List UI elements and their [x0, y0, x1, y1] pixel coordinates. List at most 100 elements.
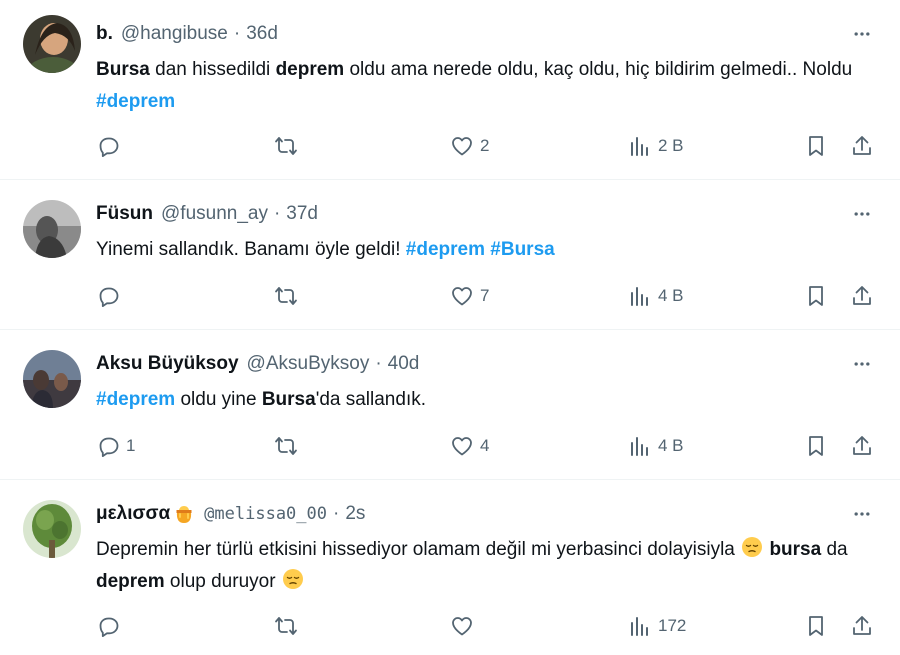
like-button[interactable] — [450, 611, 480, 641]
repost-button[interactable] — [274, 431, 304, 461]
tweet-header: b. @hangibuse · 36d — [96, 22, 278, 46]
tweet-text: Yinemi sallandık. Banamı öyle geldi! #de… — [96, 234, 876, 266]
tweet-text-segment: da — [821, 539, 848, 560]
reply-button[interactable] — [96, 611, 126, 641]
views-count: 172 — [658, 616, 687, 635]
tweet-feed: b. @hangibuse · 36d Bursa dan hissedildi… — [0, 0, 900, 655]
user-handle[interactable]: @hangibuse — [121, 22, 228, 46]
views-count: 4 B — [658, 436, 684, 455]
like-button[interactable]: 4 — [450, 431, 489, 461]
views-button[interactable]: 172 — [628, 611, 686, 641]
action-bar: 1 4 4 B — [96, 431, 876, 461]
more-icon[interactable] — [850, 502, 874, 526]
tweet[interactable]: Füsun @fusunn_ay · 37d Yinemi sallandık.… — [0, 180, 900, 330]
pensive-face-emoji-icon — [281, 569, 305, 592]
timestamp[interactable]: 2s — [345, 502, 365, 526]
avatar[interactable] — [23, 200, 81, 258]
user-handle[interactable]: @AksuByksoy — [247, 352, 370, 376]
reply-icon — [99, 287, 119, 307]
highlighted-keyword: bursa — [769, 539, 822, 560]
share-button[interactable] — [850, 131, 874, 161]
tweet-text-segment: 'da sallandık. — [315, 389, 426, 410]
honeypot-emoji-icon — [176, 506, 192, 523]
hashtag-link[interactable]: #deprem — [406, 239, 485, 260]
like-icon — [452, 137, 472, 156]
views-button[interactable]: 2 B — [628, 131, 684, 161]
user-name[interactable]: b. — [96, 22, 113, 46]
reply-icon — [99, 437, 119, 457]
like-count: 4 — [480, 436, 490, 455]
bookmark-button[interactable] — [804, 431, 828, 461]
like-button[interactable]: 2 — [450, 131, 489, 161]
share-button[interactable] — [850, 281, 874, 311]
tweet-text: #deprem oldu yine Bursa'da sallandık. — [96, 384, 876, 416]
reply-icon — [99, 617, 119, 637]
reply-button[interactable]: 1 — [96, 431, 135, 461]
action-bar: 7 4 B — [96, 281, 876, 311]
tweet-header: Aksu Büyüksoy @AksuByksoy · 40d — [96, 352, 419, 376]
share-icon — [853, 436, 871, 455]
tweet[interactable]: μελισσα @melissa0_00 · 2s Depremin her t… — [0, 480, 900, 655]
user-handle[interactable]: @melissa0_00 — [204, 502, 327, 526]
share-button[interactable] — [850, 611, 874, 641]
repost-icon — [275, 287, 297, 305]
bookmark-icon — [809, 436, 823, 456]
bookmark-icon — [809, 286, 823, 306]
bookmark-button[interactable] — [804, 131, 828, 161]
avatar[interactable] — [23, 500, 81, 558]
tweet-text-segment: Yinemi sallandık. Banamı öyle geldi! — [96, 239, 406, 260]
bookmark-button[interactable] — [804, 611, 828, 641]
repost-icon — [275, 437, 297, 455]
repost-icon — [275, 617, 297, 635]
like-button[interactable]: 7 — [450, 281, 489, 311]
user-name[interactable]: Aksu Büyüksoy — [96, 352, 239, 376]
tweet-text-segment: Depremin her türlü etkisini hissediyor o… — [96, 539, 741, 560]
timestamp[interactable]: 37d — [286, 202, 318, 226]
views-count: 2 B — [658, 136, 684, 155]
hashtag-link[interactable]: #Bursa — [490, 239, 554, 260]
share-icon — [853, 616, 871, 635]
tweet[interactable]: b. @hangibuse · 36d Bursa dan hissedildi… — [0, 0, 900, 180]
avatar[interactable] — [23, 350, 81, 408]
more-icon[interactable] — [850, 22, 874, 46]
user-name[interactable]: Füsun — [96, 202, 153, 226]
avatar[interactable] — [23, 15, 81, 73]
reply-icon — [99, 137, 119, 157]
like-icon — [452, 287, 472, 306]
hashtag-link[interactable]: #deprem — [96, 389, 175, 410]
reply-button[interactable] — [96, 131, 126, 161]
bookmark-button[interactable] — [804, 281, 828, 311]
share-button[interactable] — [850, 431, 874, 461]
pensive-face-emoji-icon — [740, 537, 764, 560]
repost-icon — [275, 137, 297, 155]
more-icon[interactable] — [850, 352, 874, 376]
bookmark-icon — [809, 616, 823, 636]
highlighted-keyword: deprem — [275, 59, 345, 80]
tweet-text-segment: oldu ama nerede oldu, kaç oldu, hiç bild… — [344, 59, 853, 80]
user-name[interactable]: μελισσα — [96, 502, 170, 526]
timestamp[interactable]: 36d — [246, 22, 278, 46]
repost-button[interactable] — [274, 281, 304, 311]
share-icon — [853, 286, 871, 305]
tweet-text-segment: dan hissedildi — [149, 59, 276, 80]
highlighted-keyword: Bursa — [261, 389, 316, 410]
separator-dot: · — [273, 203, 281, 224]
views-icon — [631, 137, 648, 156]
repost-button[interactable] — [274, 611, 304, 641]
tweet-text: Depremin her türlü etkisini hissediyor o… — [96, 534, 876, 598]
views-button[interactable]: 4 B — [628, 431, 684, 461]
more-icon[interactable] — [850, 202, 874, 226]
user-handle[interactable]: @fusunn_ay — [161, 202, 268, 226]
like-icon — [452, 617, 472, 636]
timestamp[interactable]: 40d — [388, 352, 420, 376]
views-icon — [631, 287, 648, 306]
separator-dot: · — [333, 503, 340, 524]
reply-count: 1 — [126, 436, 136, 455]
tweet[interactable]: Aksu Büyüksoy @AksuByksoy · 40d #deprem … — [0, 330, 900, 480]
separator-dot: · — [375, 353, 382, 374]
views-icon — [631, 617, 648, 636]
repost-button[interactable] — [274, 131, 304, 161]
hashtag-link[interactable]: #deprem — [96, 91, 175, 112]
reply-button[interactable] — [96, 281, 126, 311]
views-button[interactable]: 4 B — [628, 281, 684, 311]
